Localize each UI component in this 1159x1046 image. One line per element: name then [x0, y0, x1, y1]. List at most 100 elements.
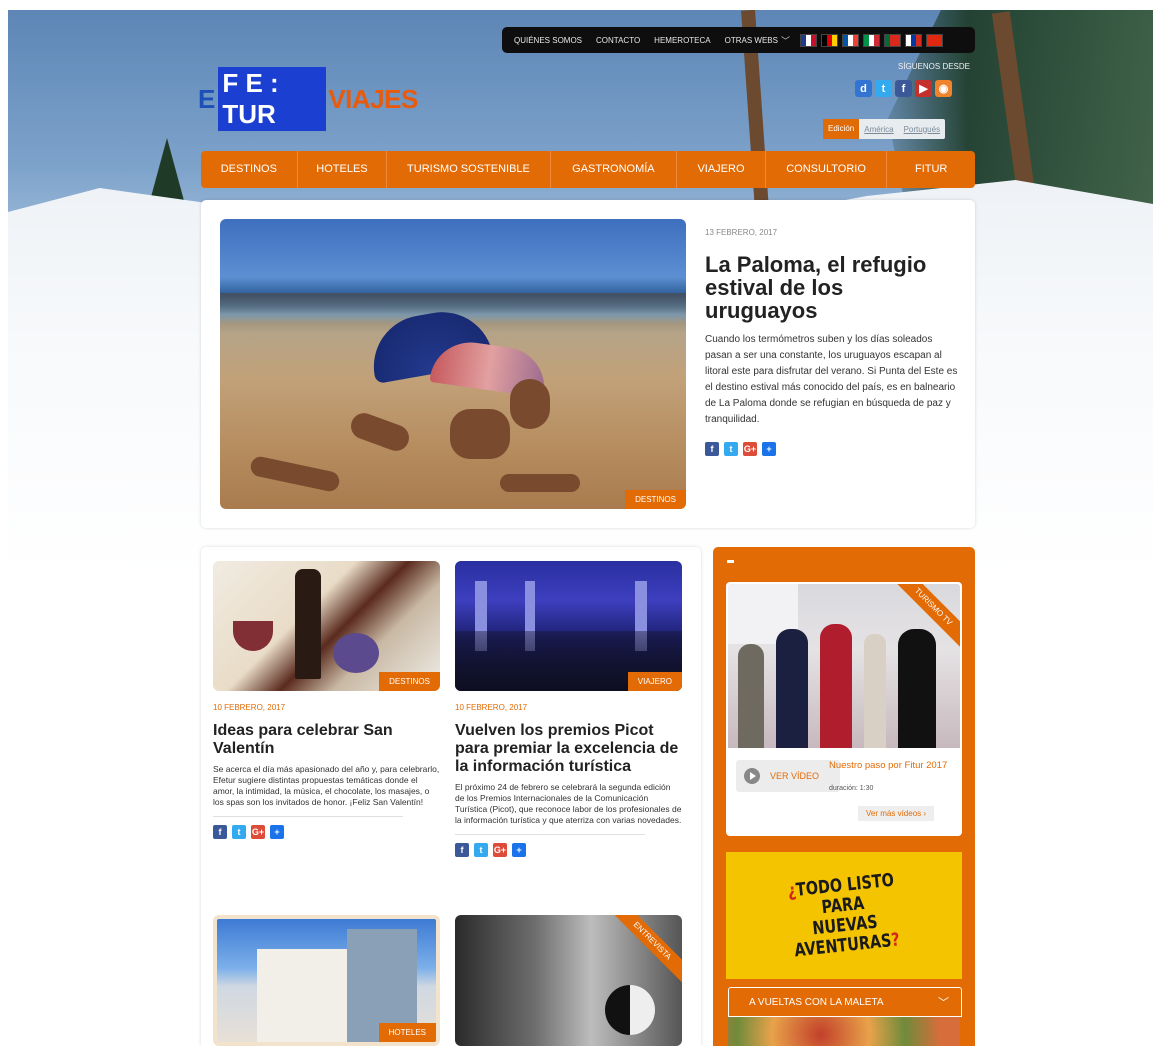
ver-video-label: VER VÍDEO	[770, 771, 820, 781]
article-image-wine[interactable]: DESTINOS	[213, 561, 440, 691]
social-icons: d t f ▶ ◉	[855, 80, 952, 97]
facebook-share-icon[interactable]: f	[705, 442, 719, 456]
nav-item-viajero[interactable]: VIAJERO	[677, 151, 766, 188]
share-bar: f t G+ +	[455, 843, 682, 857]
googleplus-share-icon[interactable]: G+	[493, 843, 507, 857]
category-tag[interactable]: VIAJERO	[627, 672, 682, 691]
wine-glass	[233, 621, 273, 651]
twitter-icon[interactable]: t	[875, 80, 892, 97]
featured-title[interactable]: La Paloma, el refugio estival de los uru…	[705, 253, 961, 322]
chevron-down-icon[interactable]: ﹀	[781, 34, 790, 47]
wine-bottle	[295, 569, 321, 679]
nav-item-fitur[interactable]: FITUR	[887, 151, 975, 188]
logo-letter: E	[198, 83, 216, 114]
article-card: ENTREVISTA	[455, 915, 682, 1046]
logo-block: F E : TUR	[218, 67, 327, 131]
video-person	[776, 629, 808, 748]
facebook-icon[interactable]: f	[895, 80, 912, 97]
top-utility-bar: QUIÉNES SOMOS CONTACTO HEMEROTECA OTRAS …	[502, 27, 975, 53]
efetur-viajes-logo[interactable]: E F E : TUR VIAJES	[198, 67, 418, 131]
article-summary: El próximo 24 de febrero se celebrará la…	[455, 782, 682, 825]
article-image-interview[interactable]: ENTREVISTA	[455, 915, 682, 1046]
france-flag[interactable]	[841, 33, 859, 47]
video-person	[820, 624, 852, 748]
logo-viajes: VIAJES	[328, 83, 418, 114]
italy-flag[interactable]	[862, 33, 880, 47]
food-image[interactable]	[728, 1017, 960, 1046]
article-image-hotel[interactable]: HOTELES	[213, 915, 440, 1046]
edition-selector: Edición América Portugués	[823, 119, 946, 139]
divider	[455, 834, 645, 835]
article-image-event[interactable]: VIAJERO	[455, 561, 682, 691]
video-duration: duración: 1:30	[829, 785, 874, 792]
topbar-link-hemeroteca[interactable]: HEMEROTECA	[647, 36, 717, 45]
sidebar: TURISMO TV VER VÍDEO Nuestro paso por Fi…	[713, 547, 975, 1046]
nav-item-hoteles[interactable]: HOTELES	[298, 151, 388, 188]
share-bar: f t G+ +	[705, 442, 961, 456]
article-title[interactable]: Ideas para celebrar San Valentín	[213, 722, 440, 758]
twitter-share-icon[interactable]: t	[474, 843, 488, 857]
category-tag[interactable]: DESTINOS	[625, 490, 686, 509]
rss-icon[interactable]: ◉	[935, 80, 952, 97]
article-summary: Se acerca el día más apasionado del año …	[213, 764, 440, 807]
article-date: 10 FEBRERO, 2017	[455, 703, 528, 712]
dropdown-label: A VUELTAS CON LA MALETA	[749, 996, 884, 1008]
portugal-flag[interactable]	[883, 33, 901, 47]
russia-flag[interactable]	[904, 33, 922, 47]
china-flag[interactable]	[925, 33, 943, 47]
ver-video-button[interactable]: VER VÍDEO	[736, 760, 840, 792]
article-card: DESTINOS 10 FEBRERO, 2017 Ideas para cel…	[213, 561, 440, 839]
delicious-icon[interactable]: d	[855, 80, 872, 97]
beach-person	[500, 474, 580, 492]
googleplus-share-icon[interactable]: G+	[251, 825, 265, 839]
more-videos-link[interactable]: Ver más vídeos ›	[858, 806, 935, 821]
youtube-icon[interactable]: ▶	[915, 80, 932, 97]
nav-item-turismo-sostenible[interactable]: TURISMO SOSTENIBLE	[387, 151, 551, 188]
edition-label: Edición	[823, 119, 860, 139]
video-thumbnail[interactable]: TURISMO TV	[728, 584, 960, 748]
articles-grid: DESTINOS 10 FEBRERO, 2017 Ideas para cel…	[201, 547, 701, 1046]
article-title[interactable]: Vuelven los premios Picot para premiar l…	[455, 722, 682, 776]
beach-person	[347, 409, 413, 455]
maleta-dropdown[interactable]: A VUELTAS CON LA MALETA ﹀	[728, 987, 962, 1017]
play-icon	[744, 768, 760, 784]
video-card: TURISMO TV VER VÍDEO Nuestro paso por Fi…	[726, 582, 962, 836]
nav-item-destinos[interactable]: DESTINOS	[201, 151, 298, 188]
more-share-icon[interactable]: +	[270, 825, 284, 839]
video-person	[738, 644, 764, 748]
facebook-share-icon[interactable]: f	[213, 825, 227, 839]
beach-person	[248, 454, 342, 494]
featured-text: 13 FEBRERO, 2017 La Paloma, el refugio e…	[705, 228, 961, 456]
video-title[interactable]: Nuestro paso por Fitur 2017	[829, 760, 954, 771]
more-share-icon[interactable]: +	[512, 843, 526, 857]
category-tag[interactable]: HOTELES	[378, 1023, 436, 1042]
featured-summary: Cuando los termómetros suben y los días …	[705, 334, 958, 425]
flowers	[333, 633, 379, 673]
featured-article: DESTINOS 13 FEBRERO, 2017 La Paloma, el …	[201, 200, 975, 528]
featured-image-beach[interactable]: DESTINOS	[220, 219, 686, 509]
topbar-link-quienes-somos[interactable]: QUIÉNES SOMOS	[507, 36, 589, 45]
topbar-link-otras-webs[interactable]: OTRAS WEBS	[718, 36, 785, 45]
beach-person	[450, 409, 510, 459]
edition-option-portugues[interactable]: Portugués	[899, 125, 945, 134]
twitter-share-icon[interactable]: t	[232, 825, 246, 839]
category-tag[interactable]: DESTINOS	[379, 672, 440, 691]
facebook-share-icon[interactable]: f	[455, 843, 469, 857]
video-person	[898, 629, 936, 748]
article-card: VIAJERO 10 FEBRERO, 2017 Vuelven los pre…	[455, 561, 682, 857]
googleplus-share-icon[interactable]: G+	[743, 442, 757, 456]
article-card: HOTELES	[213, 915, 440, 1046]
uk-flag[interactable]	[799, 33, 817, 47]
nav-item-consultorio[interactable]: CONSULTORIO	[766, 151, 888, 188]
share-bar: f t G+ +	[213, 825, 440, 839]
twitter-share-icon[interactable]: t	[724, 442, 738, 456]
germany-flag[interactable]	[820, 33, 838, 47]
nav-item-gastronomia[interactable]: GASTRONOMÍA	[551, 151, 678, 188]
main-nav: DESTINOS HOTELES TURISMO SOSTENIBLE GAST…	[201, 151, 975, 188]
divider	[213, 816, 403, 817]
edition-option-america[interactable]: América	[859, 125, 898, 134]
topbar-link-contacto[interactable]: CONTACTO	[589, 36, 647, 45]
promo-banner[interactable]: ¿TODO LISTO PARA NUEVAS AVENTURAS?	[726, 852, 962, 979]
promo-text: ¿TODO LISTO PARA NUEVAS AVENTURAS?	[776, 869, 912, 962]
more-share-icon[interactable]: +	[762, 442, 776, 456]
